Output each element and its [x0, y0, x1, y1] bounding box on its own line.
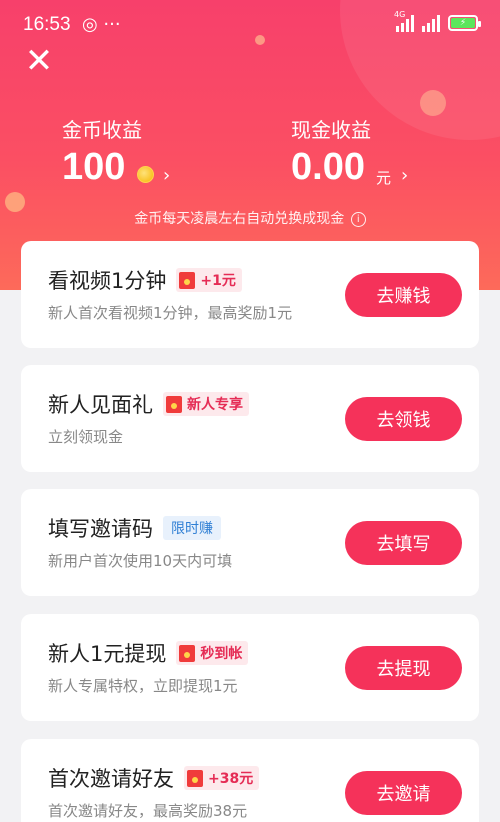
task-title: 新人见面礼 新人专享: [48, 389, 249, 419]
task-title-text: 首次邀请好友: [48, 767, 174, 791]
battery-charging-icon: ⚡: [451, 18, 475, 28]
coin-income-label: 金币收益: [62, 118, 142, 142]
battery-icon: ⚡: [448, 15, 481, 31]
coin-income-chevron-icon[interactable]: ›: [163, 165, 170, 186]
task-title-text: 新人见面礼: [48, 393, 153, 417]
task-description: 新人专属特权，立即提现1元: [48, 677, 238, 695]
task-card: 首次邀请好友 +38元 首次邀请好友，最高奖励38元 去邀请: [21, 739, 479, 822]
cash-income-unit: 元: [376, 169, 392, 187]
task-title: 新人1元提现 秒到帐: [48, 638, 249, 668]
withdraw-button[interactable]: 去提现: [345, 646, 462, 690]
task-badge: 秒到帐: [176, 641, 249, 665]
notification-icons: ◎ ···: [82, 14, 121, 35]
task-title-text: 填写邀请码: [48, 517, 153, 541]
status-time: 16:53: [23, 14, 71, 35]
invite-button[interactable]: 去邀请: [345, 771, 462, 815]
task-title: 填写邀请码 限时赚: [48, 513, 221, 543]
task-title-text: 看视频1分钟: [48, 269, 167, 293]
signal-icon: [422, 14, 440, 32]
claim-cash-button[interactable]: 去领钱: [345, 397, 462, 441]
task-badge-text: 新人专享: [187, 397, 243, 413]
network-label: 4G: [394, 10, 406, 19]
info-icon[interactable]: i: [350, 212, 366, 227]
cash-income-label: 现金收益: [291, 118, 371, 142]
earn-button[interactable]: 去赚钱: [345, 273, 462, 317]
task-badge-text: +38元: [208, 771, 254, 787]
exchange-note-text: 金币每天凌晨左右自动兑换成现金: [134, 211, 345, 227]
task-badge-text: +1元: [200, 273, 236, 289]
task-badge: +1元: [176, 268, 242, 292]
exchange-note: 金币每天凌晨左右自动兑换成现金 i: [0, 208, 500, 228]
cash-income-value[interactable]: 0.00: [291, 146, 365, 189]
red-envelope-icon: [187, 769, 203, 787]
task-card: 看视频1分钟 +1元 新人首次看视频1分钟，最高奖励1元 去赚钱: [21, 241, 479, 348]
task-badge-text: 秒到帐: [200, 646, 243, 662]
status-icons: 4G ⚡: [394, 10, 481, 32]
task-card: 填写邀请码 限时赚 新用户首次使用10天内可填 去填写: [21, 489, 479, 596]
coin-income-value[interactable]: 100: [62, 146, 125, 189]
status-bar: 16:53 ◎ ··· 4G ⚡: [0, 0, 500, 52]
decor-bubble: [420, 90, 446, 116]
task-description: 新用户首次使用10天内可填: [48, 552, 233, 570]
task-title: 首次邀请好友 +38元: [48, 763, 260, 793]
task-badge: 限时赚: [163, 516, 221, 540]
coin-icon: [137, 166, 154, 183]
cash-income-chevron-icon[interactable]: ›: [401, 165, 408, 186]
fill-invite-code-button[interactable]: 去填写: [345, 521, 462, 565]
task-description: 首次邀请好友，最高奖励38元: [48, 802, 248, 820]
signal-4g-icon: 4G: [394, 10, 414, 32]
task-title: 看视频1分钟 +1元: [48, 265, 242, 295]
task-badge: 新人专享: [163, 392, 249, 416]
red-envelope-icon: [179, 271, 196, 289]
task-description: 新人首次看视频1分钟，最高奖励1元: [48, 304, 293, 322]
red-envelope-icon: [179, 644, 196, 662]
task-badge-text: 限时赚: [171, 521, 213, 537]
task-badge: +38元: [184, 766, 260, 790]
task-card: 新人1元提现 秒到帐 新人专属特权，立即提现1元 去提现: [21, 614, 479, 721]
close-button[interactable]: ✕: [22, 44, 56, 78]
red-envelope-icon: [166, 395, 182, 413]
task-title-text: 新人1元提现: [48, 642, 167, 666]
task-card: 新人见面礼 新人专享 立刻领现金 去领钱: [21, 365, 479, 472]
task-description: 立刻领现金: [48, 428, 124, 446]
